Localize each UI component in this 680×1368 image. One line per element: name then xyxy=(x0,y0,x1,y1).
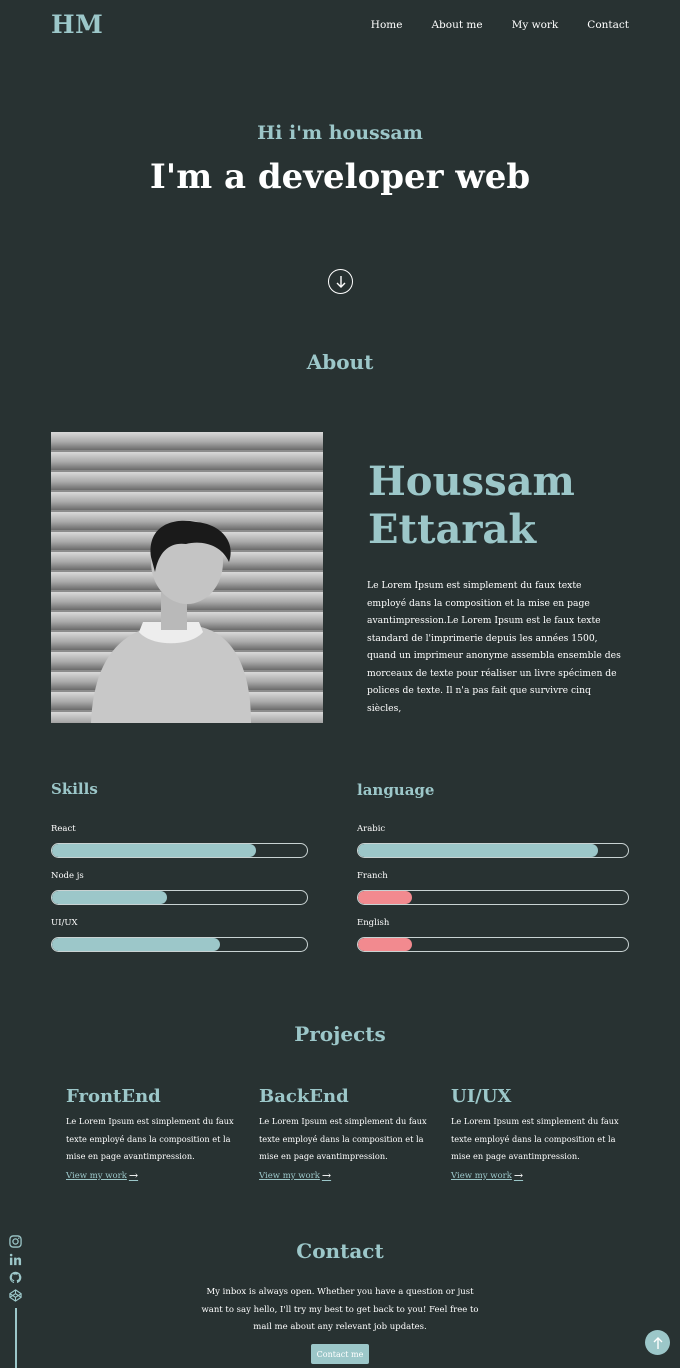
view-work-link[interactable]: View my work → xyxy=(259,1169,331,1182)
skill-bar xyxy=(51,937,308,952)
skill-label: Node js xyxy=(51,871,84,881)
project-title: BackEnd xyxy=(259,1086,349,1107)
view-work-link[interactable]: View my work → xyxy=(451,1169,523,1182)
language-bar xyxy=(357,937,629,952)
skill-label: UI/UX xyxy=(51,918,78,928)
about-description: Le Lorem Ipsum est simplement du faux te… xyxy=(367,580,621,714)
project-title: UI/UX xyxy=(451,1086,512,1107)
view-work-link[interactable]: View my work → xyxy=(66,1169,138,1182)
language-label: Arabic xyxy=(357,824,386,834)
language-bar xyxy=(357,890,629,905)
scroll-down-button[interactable] xyxy=(328,269,353,294)
arrow-down-icon xyxy=(336,275,345,288)
back-to-top-button[interactable] xyxy=(645,1330,670,1355)
skill-bar xyxy=(51,890,308,905)
nav-contact[interactable]: Contact xyxy=(587,19,629,31)
github-icon[interactable] xyxy=(9,1271,22,1284)
project-description: Le Lorem Ipsum est simplement du faux te… xyxy=(66,1116,234,1161)
nav-my-work[interactable]: My work xyxy=(512,19,559,31)
social-links xyxy=(9,1235,23,1307)
about-first-name: Houssam xyxy=(368,458,575,505)
view-work-label: View my work xyxy=(66,1170,127,1181)
about-name: Houssam Ettarak xyxy=(368,458,648,554)
profile-photo xyxy=(51,432,323,723)
arrow-right-icon: → xyxy=(321,1169,332,1182)
skills-title: Skills xyxy=(51,780,98,798)
language-bar xyxy=(357,843,629,858)
arrow-right-icon: → xyxy=(128,1169,139,1182)
language-title: language xyxy=(357,781,435,799)
nav-about[interactable]: About me xyxy=(431,19,482,31)
project-description: Le Lorem Ipsum est simplement du faux te… xyxy=(451,1116,619,1161)
codepen-icon[interactable] xyxy=(9,1289,22,1302)
contact-text: My inbox is always open. Whether you hav… xyxy=(201,1287,479,1332)
about-section-title: About xyxy=(306,350,374,374)
instagram-icon[interactable] xyxy=(9,1235,22,1248)
hero-title: I'm a developer web xyxy=(149,157,531,197)
skill-bar xyxy=(51,843,308,858)
contact-me-button[interactable]: Contact me xyxy=(311,1344,369,1364)
projects-section-title: Projects xyxy=(294,1022,386,1046)
logo[interactable]: HM xyxy=(51,10,103,39)
about-last-name: Ettarak xyxy=(368,506,537,553)
skill-label: React xyxy=(51,824,76,834)
view-work-label: View my work xyxy=(259,1170,320,1181)
linkedin-icon[interactable] xyxy=(9,1253,22,1266)
contact-section-title: Contact xyxy=(296,1239,384,1263)
project-description: Le Lorem Ipsum est simplement du faux te… xyxy=(259,1116,427,1161)
language-label: English xyxy=(357,918,390,928)
project-title: FrontEnd xyxy=(66,1086,161,1107)
arrow-right-icon: → xyxy=(513,1169,524,1182)
nav-home[interactable]: Home xyxy=(371,19,403,31)
social-divider-line xyxy=(15,1308,17,1368)
hero-greeting: Hi i'm houssam xyxy=(257,122,423,144)
view-work-label: View my work xyxy=(451,1170,512,1181)
main-nav: Home About me My work Contact xyxy=(371,19,629,31)
language-label: Franch xyxy=(357,871,388,881)
arrow-up-icon xyxy=(653,1336,662,1349)
